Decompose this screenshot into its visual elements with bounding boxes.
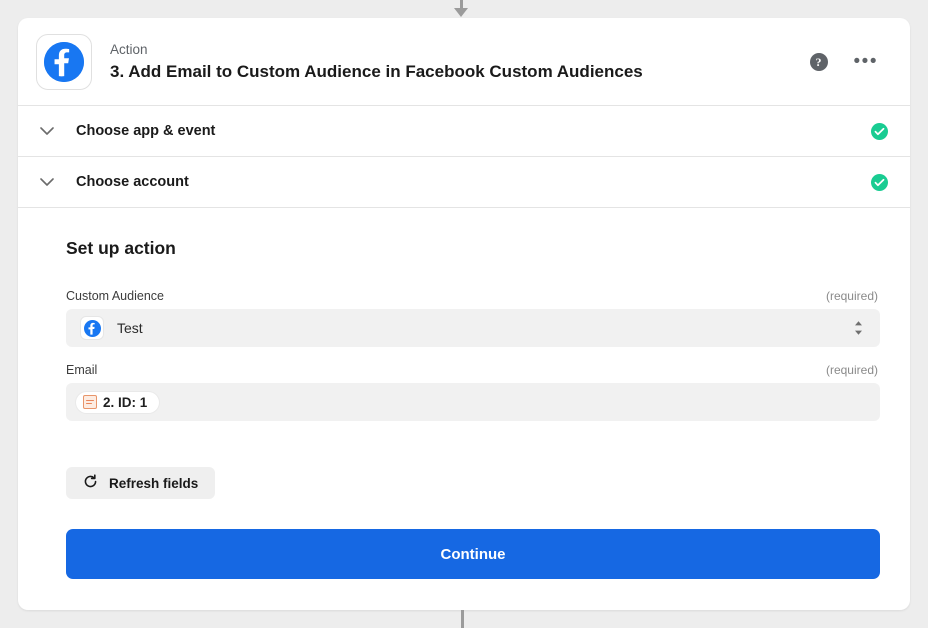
custom-audience-select[interactable]: Test: [66, 309, 880, 347]
field-label: Custom Audience: [66, 289, 164, 303]
header-actions: ? •••: [809, 52, 878, 71]
data-field-icon: [83, 395, 97, 409]
refresh-icon: [83, 474, 98, 492]
check-circle-icon: [871, 173, 888, 191]
check-circle-icon: [871, 122, 888, 140]
field-label: Email: [66, 363, 98, 377]
field-label-row: Custom Audience (required): [66, 289, 880, 303]
select-updown-arrows-icon: [853, 320, 864, 336]
chevron-down-icon: [36, 177, 58, 187]
section-choose-account[interactable]: Choose account: [18, 157, 910, 208]
refresh-fields-label: Refresh fields: [109, 475, 199, 491]
continue-button[interactable]: Continue: [66, 529, 880, 579]
select-selected-value: Test: [117, 320, 143, 336]
section-label: Choose app & event: [76, 123, 216, 139]
section-label: Choose account: [76, 174, 189, 190]
email-input[interactable]: 2. ID: 1: [66, 383, 880, 421]
select-value: Test: [80, 316, 853, 340]
field-label-row: Email (required): [66, 363, 880, 377]
step-kicker: Action: [110, 41, 148, 57]
action-step-card: Action 3. Add Email to Custom Audience i…: [18, 18, 910, 610]
connector-top: [0, 0, 928, 18]
setup-action-title: Set up action: [66, 238, 176, 258]
setup-action-panel: Set up action Custom Audience (required)…: [18, 208, 910, 579]
down-arrow-icon: [454, 8, 468, 17]
header-text: Action 3. Add Email to Custom Audience i…: [110, 41, 810, 83]
ellipsis-icon[interactable]: •••: [854, 52, 878, 71]
data-token[interactable]: 2. ID: 1: [76, 391, 160, 413]
field-required-hint: (required): [825, 363, 878, 377]
data-token-label: 2. ID: 1: [103, 394, 148, 410]
page-title: 3. Add Email to Custom Audience in Faceb…: [110, 61, 643, 81]
step-header[interactable]: Action 3. Add Email to Custom Audience i…: [18, 18, 910, 106]
connector-bottom: [461, 610, 464, 628]
app-logo: [36, 33, 92, 90]
facebook-icon: [44, 41, 84, 82]
field-email: Email (required) 2. ID: 1: [66, 363, 880, 421]
facebook-icon: [80, 316, 104, 340]
section-choose-app-event[interactable]: Choose app & event: [18, 106, 910, 157]
refresh-fields-button[interactable]: Refresh fields: [66, 467, 216, 499]
chevron-down-icon: [36, 126, 58, 136]
field-required-hint: (required): [825, 289, 878, 303]
help-circle-icon[interactable]: ?: [809, 52, 828, 71]
field-custom-audience: Custom Audience (required) Test: [66, 289, 880, 347]
